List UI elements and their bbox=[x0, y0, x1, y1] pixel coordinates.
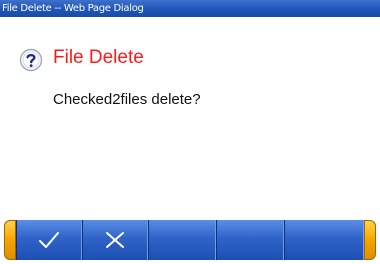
help-icon bbox=[19, 48, 43, 72]
toolbar-right-cap bbox=[364, 220, 376, 260]
dialog-message: Checked2files delete? bbox=[53, 91, 201, 108]
button-toolbar bbox=[0, 214, 380, 264]
title-bar: File Delete -- Web Page Dialog bbox=[0, 0, 380, 17]
confirm-button[interactable] bbox=[16, 220, 82, 260]
file-delete-dialog: File Delete -- Web Page Dialog File Dele… bbox=[0, 0, 380, 264]
empty-button-4[interactable] bbox=[216, 220, 284, 260]
close-icon bbox=[106, 232, 124, 248]
dialog-heading: File Delete bbox=[53, 47, 144, 68]
empty-button-5[interactable] bbox=[284, 220, 364, 260]
cancel-button[interactable] bbox=[82, 220, 148, 260]
window-title: File Delete -- Web Page Dialog bbox=[2, 3, 144, 14]
empty-button-3[interactable] bbox=[148, 220, 216, 260]
toolbar-left-cap bbox=[4, 220, 16, 260]
checkmark-icon bbox=[39, 232, 59, 248]
